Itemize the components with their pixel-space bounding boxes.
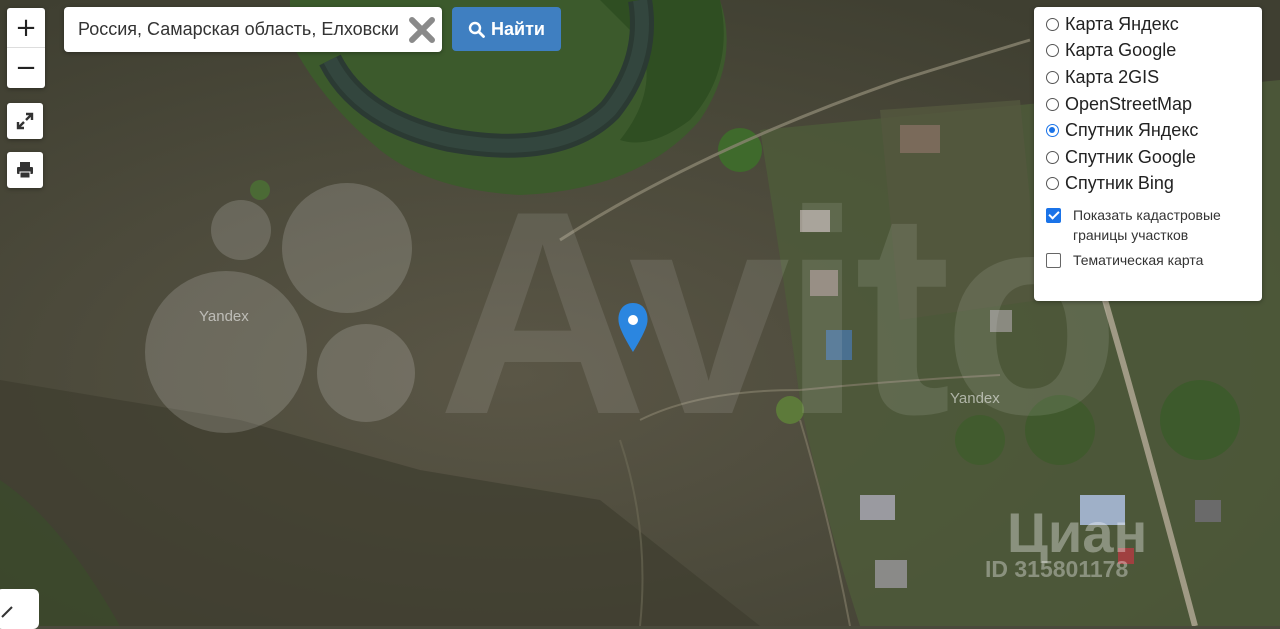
search-icon (468, 21, 485, 38)
expand-icon (16, 112, 34, 130)
search-button[interactable]: Найти (452, 7, 561, 51)
address-search-input[interactable] (64, 7, 399, 52)
layer-option-2gis-map[interactable]: Карта 2GIS (1046, 64, 1262, 91)
layer-option-label: Карта 2GIS (1065, 66, 1160, 87)
radio-selected-icon (1046, 124, 1059, 138)
zoom-in-button[interactable]: + (7, 8, 45, 47)
layer-option-openstreetmap[interactable]: OpenStreetMap (1046, 91, 1262, 118)
avito-watermark: Avito (438, 151, 1120, 475)
checkbox-checked-icon (1046, 208, 1061, 224)
checkbox-icon (1046, 253, 1061, 269)
layer-option-bing-satellite[interactable]: Спутник Bing (1046, 171, 1262, 198)
radio-icon (1046, 44, 1059, 58)
layer-option-label: OpenStreetMap (1065, 93, 1193, 114)
layer-option-label: Спутник Bing (1065, 173, 1174, 194)
fullscreen-button[interactable] (7, 103, 43, 139)
layer-option-yandex-map[interactable]: Карта Яндекс (1046, 11, 1262, 38)
map-layer-switcher: Карта Яндекс Карта Google Карта 2GIS Ope… (1034, 7, 1262, 301)
ruler-button[interactable] (0, 589, 39, 629)
layer-option-google-satellite[interactable]: Спутник Google (1046, 144, 1262, 171)
search-box (64, 7, 442, 52)
yandex-attribution-left: Yandex (199, 308, 249, 325)
layer-option-google-map[interactable]: Карта Google (1046, 38, 1262, 65)
radio-icon (1046, 17, 1059, 31)
search-button-label: Найти (491, 18, 545, 39)
cadastral-boundaries-label: Показать кадастровые границы участков (1073, 207, 1221, 244)
clear-search-button[interactable] (408, 16, 436, 44)
cadastral-boundaries-toggle[interactable]: Показать кадастровые границы участков (1046, 205, 1242, 245)
zoom-control: + − (7, 8, 45, 88)
radio-icon (1046, 70, 1059, 84)
print-button[interactable] (7, 152, 43, 188)
layer-option-label: Спутник Яндекс (1065, 120, 1199, 141)
printer-icon (17, 162, 33, 179)
layer-option-label: Карта Google (1065, 40, 1177, 61)
radio-icon (1046, 150, 1059, 164)
layer-option-yandex-satellite[interactable]: Спутник Яндекс (1046, 117, 1262, 144)
thematic-map-label: Тематическая карта (1073, 252, 1204, 269)
thematic-map-toggle[interactable]: Тематическая карта (1046, 250, 1262, 270)
close-icon (409, 17, 435, 43)
layer-option-label: Спутник Google (1065, 146, 1196, 167)
cian-listing-id: ID 315801178 (985, 556, 1129, 582)
yandex-attribution-right: Yandex (950, 390, 1000, 407)
layer-option-label: Карта Яндекс (1065, 13, 1179, 34)
ruler-icon (1, 606, 13, 618)
radio-icon (1046, 177, 1059, 191)
zoom-out-button[interactable]: − (7, 47, 45, 87)
radio-icon (1046, 97, 1059, 111)
